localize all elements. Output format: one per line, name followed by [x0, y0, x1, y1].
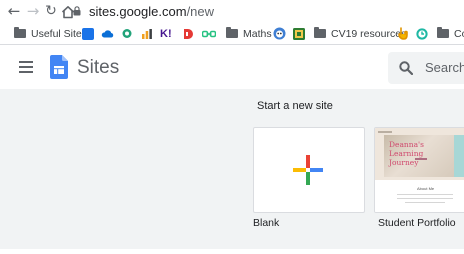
thumbnail-nav	[378, 131, 392, 133]
bookmark-co[interactable]: Co	[437, 26, 464, 41]
search-placeholder: Search	[425, 60, 464, 75]
template-gallery: Start a new site Blank Deanna's Learning…	[0, 89, 464, 249]
cloud-icon	[101, 30, 114, 38]
bookmark-cv19-resources[interactable]: CV19 resources	[314, 26, 406, 41]
bookmark-link[interactable]	[202, 26, 216, 41]
url-field[interactable]: sites.google.com/new	[89, 4, 214, 19]
bookmark-d[interactable]	[183, 26, 193, 41]
d-icon	[184, 28, 193, 39]
menu-icon	[19, 66, 33, 68]
url-domain: sites.google.com	[89, 4, 187, 19]
back-button[interactable]: ←	[5, 2, 23, 20]
thumbnail-body	[375, 180, 464, 212]
bookmark-useful-sites[interactable]: Useful Sites	[14, 26, 87, 41]
bookmark-account[interactable]	[82, 26, 94, 41]
folder-icon	[437, 27, 449, 38]
kahoot-icon: K!	[160, 27, 172, 40]
url-path: /new	[186, 4, 215, 19]
bookmark-bars[interactable]	[141, 26, 153, 41]
sites-logo-icon[interactable]	[50, 55, 68, 79]
bookmark-kahoot[interactable]: K!	[160, 26, 172, 41]
bookmark-mascot[interactable]	[273, 26, 286, 41]
bookmark-chat[interactable]	[121, 26, 133, 41]
thumbnail-photo-side	[454, 135, 464, 177]
link-icon	[202, 30, 216, 37]
bookmark-label: Maths	[243, 27, 272, 40]
bookmark-label: CV19 resources	[331, 27, 407, 40]
app-header: Sites Search	[0, 45, 464, 89]
thumbnail-text-line	[397, 194, 453, 195]
bookmark-cloud[interactable]	[101, 26, 114, 41]
student-portfolio-template-card[interactable]: Deanna's Learning Journey About Me	[374, 127, 464, 213]
grid-icon	[293, 27, 305, 40]
mascot-icon	[273, 27, 286, 40]
forward-button[interactable]: →	[24, 2, 42, 20]
bookmark-maths[interactable]: Maths	[226, 26, 272, 41]
bars-icon	[142, 28, 152, 39]
bookmark-label: Useful Sites	[31, 27, 88, 40]
thumbnail-text-line	[405, 202, 445, 203]
reload-button[interactable]: ↻	[42, 2, 60, 20]
menu-icon	[19, 71, 33, 73]
thumbnail-text-line	[397, 198, 453, 199]
lock-icon	[73, 6, 81, 16]
thumbnail-section-title: About Me	[417, 186, 435, 191]
search-icon[interactable]	[399, 61, 413, 75]
hand-icon	[398, 27, 408, 40]
folder-icon	[14, 27, 26, 38]
folder-icon	[314, 27, 326, 38]
blank-template-label[interactable]: Blank	[253, 217, 279, 229]
section-title: Start a new site	[257, 100, 333, 112]
menu-icon	[19, 61, 33, 63]
bookmark-hand[interactable]	[398, 26, 408, 41]
browser-address-bar: ← → ↻ sites.google.com/new	[0, 0, 464, 23]
bookmark-grid[interactable]	[293, 26, 305, 41]
search-input[interactable]: Search	[388, 52, 464, 84]
main-menu-button[interactable]	[19, 61, 33, 73]
ring-icon	[416, 27, 428, 40]
app-title[interactable]: Sites	[77, 57, 119, 79]
plus-icon	[293, 155, 323, 185]
folder-icon	[226, 27, 238, 38]
bookmarks-bar: Useful Sites K! Maths CV19 resources C	[0, 23, 464, 45]
bookmark-label: Co	[454, 27, 464, 40]
chat-icon	[122, 28, 132, 38]
account-icon	[82, 27, 94, 40]
bookmark-ring[interactable]	[416, 26, 428, 41]
student-portfolio-template-label[interactable]: Student Portfolio	[378, 217, 456, 229]
thumbnail-title: Deanna's Learning Journey	[389, 140, 424, 167]
blank-template-card[interactable]	[253, 127, 365, 213]
thumbnail-subtitle	[415, 158, 427, 160]
